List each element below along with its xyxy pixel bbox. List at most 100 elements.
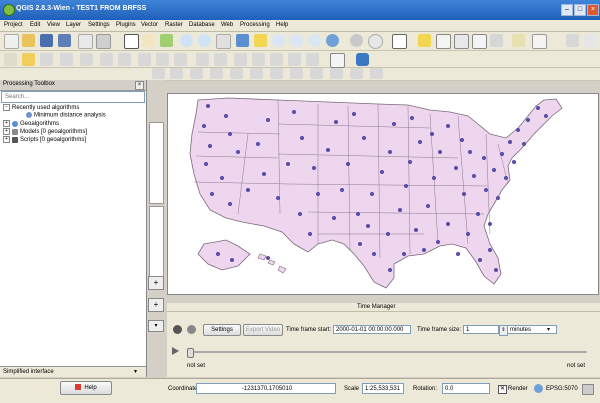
add-icon[interactable]: + [148,298,164,312]
paste-features-icon[interactable] [174,53,187,66]
time-slider-handle[interactable] [187,348,194,358]
zoom-full-icon[interactable] [236,34,249,47]
add-oracle-icon[interactable] [250,68,263,79]
menu-settings[interactable]: Settings [88,22,110,28]
add-spatialite-icon[interactable] [210,68,223,79]
interface-mode-selector[interactable]: Simplified interface ▾ [0,366,146,377]
new-project-icon[interactable] [4,34,19,49]
menu-database[interactable]: Database [189,22,215,28]
add-delimited-icon[interactable] [350,68,363,79]
add-mssql-icon[interactable] [230,68,243,79]
add-wfs-icon[interactable] [310,68,323,79]
close-button[interactable]: × [587,4,599,16]
statistics-icon[interactable] [472,34,487,49]
refresh-icon[interactable] [326,34,339,47]
zoom-layer-icon[interactable] [272,34,285,47]
zoom-selection-icon[interactable] [254,34,267,47]
deselect-icon[interactable] [418,34,431,47]
expand-icon[interactable]: + [3,120,10,127]
cut-features-icon[interactable] [138,53,151,66]
tree-item-models[interactable]: + Models [0 geoalgorithms] [3,128,87,135]
tree-item-scripts[interactable]: + Scripts [0 geoalgorithms] [3,136,86,143]
layers-scroll-area[interactable] [149,206,164,278]
field-calculator-icon[interactable] [454,34,469,49]
frame-start-input[interactable]: 2000-01-01 00:00:00.000 [333,325,411,334]
map-tips-icon[interactable] [368,34,383,49]
csv-icon[interactable] [330,53,345,68]
dropdown-arrow-icon[interactable]: ▾ [148,320,164,332]
crs-label[interactable]: EPSG:5070 [546,386,578,392]
add-wms-icon[interactable] [270,68,283,79]
menu-vector[interactable]: Vector [141,22,158,28]
delete-selected-icon[interactable] [118,53,131,66]
collapse-icon[interactable]: − [3,104,10,111]
label-tool-icon[interactable] [234,53,247,66]
menu-edit[interactable]: Edit [30,22,40,28]
crs-globe-icon[interactable] [534,384,543,393]
help-button[interactable]: Help [60,381,112,395]
text-annotation-icon[interactable] [532,34,547,49]
copy-features-icon[interactable] [156,53,169,66]
pan-icon[interactable] [124,34,139,49]
time-slider-track[interactable] [187,351,587,353]
coordinate-field[interactable]: -1231370,1705010 [196,383,336,394]
measure-icon[interactable] [490,34,503,47]
zoom-out-icon[interactable] [198,34,211,47]
redo-icon[interactable] [214,53,227,66]
pan-to-selection-icon[interactable] [142,34,155,47]
messages-icon[interactable] [582,384,594,395]
label-show-icon[interactable] [270,53,283,66]
expand-icon[interactable]: + [3,136,10,143]
toolbar-overflow-icon[interactable] [584,34,597,47]
move-feature-icon[interactable] [80,53,93,66]
menu-web[interactable]: Web [221,22,233,28]
zoom-last-icon[interactable] [290,34,303,47]
map-canvas[interactable] [167,93,599,295]
settings-button[interactable]: Settings [203,324,241,336]
menu-raster[interactable]: Raster [165,22,183,28]
power-icon[interactable] [173,325,182,334]
menu-layer[interactable]: Layer [66,22,81,28]
whats-this-icon[interactable] [566,34,579,47]
minimize-button[interactable]: – [561,4,573,16]
print-composer-icon[interactable] [78,34,93,49]
add-postgis-icon[interactable] [190,68,203,79]
add-wcs-icon[interactable] [290,68,303,79]
layers-list[interactable] [149,122,164,204]
menu-view[interactable]: View [47,22,60,28]
expand-icon[interactable]: + [3,128,10,135]
node-tool-icon[interactable] [100,53,113,66]
add-vector-icon[interactable] [152,68,165,79]
label-pin-icon[interactable] [252,53,265,66]
export-video-button[interactable]: Export Video [243,324,283,336]
label-rotate-icon[interactable] [306,53,319,66]
menu-project[interactable]: Project [4,22,23,28]
save-project-icon[interactable] [40,34,53,47]
tree-item-algorithm[interactable]: Minimum distance analysis [26,112,106,119]
render-checkbox[interactable]: ✕ [498,385,507,394]
select-features-icon[interactable] [392,34,407,49]
label-move-icon[interactable] [288,53,301,66]
current-edits-icon[interactable] [4,53,17,66]
rotation-field[interactable]: 0.0 [442,383,490,394]
open-project-icon[interactable] [22,34,35,47]
search-input[interactable]: Search... [1,91,145,103]
toggle-editing-icon[interactable] [22,53,35,66]
new-layer-icon[interactable] [330,68,343,79]
menu-processing[interactable]: Processing [240,22,270,28]
add-raster-icon[interactable] [170,68,183,79]
identify-icon[interactable] [350,34,363,47]
save-edits-icon[interactable] [40,53,53,66]
scale-field[interactable]: 1:25,533,531 [362,383,404,394]
tree-item-recent[interactable]: − Recently used algorithms [3,104,79,111]
play-icon[interactable] [172,347,179,355]
add-icon[interactable]: + [148,276,164,290]
menu-plugins[interactable]: Plugins [116,22,136,28]
zoom-next-icon[interactable] [308,34,321,47]
tree-item-geoalgorithms[interactable]: + Geoalgorithms [3,120,59,127]
python-console-icon[interactable] [356,53,369,66]
save-as-icon[interactable] [58,34,71,47]
zoom-actual-icon[interactable] [216,34,231,49]
add-virtual-icon[interactable] [370,68,383,79]
menu-help[interactable]: Help [276,22,288,28]
